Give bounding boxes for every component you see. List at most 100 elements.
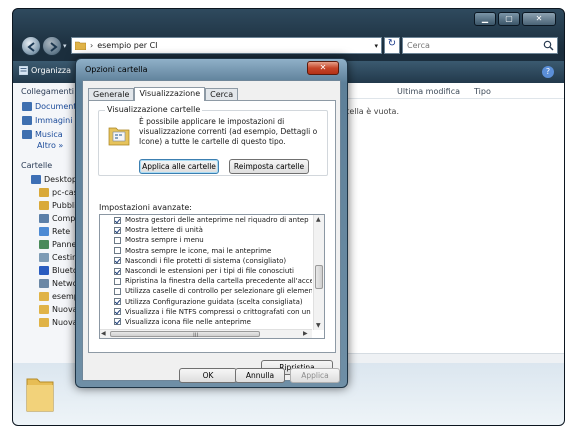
dialog-title: Opzioni cartella — [85, 65, 148, 74]
breadcrumb-current[interactable]: esempio per CI — [97, 41, 157, 50]
folders-header[interactable]: Cartelle — [13, 157, 80, 173]
advanced-setting-row[interactable]: Utilizza Configurazione guidata (scelta … — [100, 297, 312, 307]
tree-item[interactable]: Nuova — [13, 316, 80, 329]
refresh-button[interactable]: ↻ — [384, 37, 400, 54]
setting-checkbox[interactable] — [114, 287, 121, 295]
horizontal-scrollbar[interactable]: ◀ III ▶ — [100, 329, 312, 338]
public-folder-icon — [39, 201, 49, 210]
advanced-setting-row[interactable]: Mostra gestori delle anteprime nel riqua… — [100, 215, 312, 225]
window-controls: ▁ ▢ ✕ — [474, 12, 556, 26]
nav-link[interactable]: Musica — [13, 127, 80, 141]
control-panel-icon — [39, 240, 49, 249]
tree-item[interactable]: Pubbli — [13, 199, 80, 212]
advanced-setting-row[interactable]: Mostra sempre i menu — [100, 235, 312, 245]
close-button[interactable]: ✕ — [522, 12, 556, 26]
setting-checkbox[interactable] — [114, 216, 121, 224]
tree-item[interactable]: Cestin — [13, 251, 80, 264]
address-bar[interactable]: › esempio per CI ▾ — [71, 37, 382, 54]
folder-icon — [39, 305, 49, 314]
setting-checkbox[interactable] — [114, 226, 121, 234]
tree-item[interactable]: Rete — [13, 225, 80, 238]
tree-item[interactable]: Blueto — [13, 264, 80, 277]
tree-item[interactable]: pc-cas — [13, 186, 80, 199]
more-links[interactable]: Altro » — [13, 141, 80, 155]
organize-button[interactable]: Organizza — [19, 66, 71, 75]
advanced-setting-row[interactable]: Utilizza caselle di controllo per selezi… — [100, 286, 312, 296]
setting-checkbox[interactable] — [114, 257, 121, 265]
user-folder-icon — [39, 188, 49, 197]
recycle-bin-icon — [39, 253, 49, 262]
breadcrumb-separator: › — [90, 41, 94, 50]
folder-views-description: È possibile applicare le impostazioni di… — [139, 117, 318, 146]
advanced-settings-list[interactable]: Mostra gestori delle anteprime nel riqua… — [99, 214, 325, 339]
advanced-setting-row[interactable]: Mostra lettere di unità — [100, 225, 312, 235]
setting-label: Nascondi i file protetti di sistema (con… — [125, 256, 287, 265]
minimize-button[interactable]: ▁ — [474, 12, 496, 26]
vertical-scrollbar[interactable]: ▲ ▼ — [313, 215, 324, 330]
empty-folder-message: rtella è vuota. — [343, 107, 399, 116]
nav-link[interactable]: Documenti — [13, 99, 80, 113]
organize-label: Organizza — [31, 66, 72, 75]
column-modified[interactable]: Ultima modifica — [397, 87, 460, 96]
advanced-setting-row[interactable]: Visualizza icona file nelle anteprime — [100, 317, 312, 327]
setting-checkbox[interactable] — [114, 236, 121, 244]
tree-item-label: Pubbli — [52, 201, 77, 210]
setting-checkbox[interactable] — [114, 247, 121, 255]
dialog-body: Generale Visualizzazione Cerca Visualizz… — [82, 80, 341, 383]
recent-pages-dropdown[interactable]: ▾ — [63, 42, 71, 50]
setting-label: Ripristina la finestra della cartella pr… — [125, 277, 312, 286]
cancel-button[interactable]: Annulla — [235, 368, 285, 383]
search-box[interactable] — [402, 37, 558, 54]
scroll-right-icon[interactable]: ▶ — [303, 330, 308, 337]
chevron-down-icon[interactable]: ▾ — [374, 42, 378, 50]
organize-icon — [19, 66, 28, 75]
tree-item[interactable]: esemp — [13, 290, 80, 303]
folder-icon — [39, 292, 49, 301]
help-icon[interactable]: ? — [542, 66, 554, 78]
scroll-left-icon[interactable]: ◀ — [101, 330, 106, 337]
setting-checkbox[interactable] — [114, 318, 121, 326]
arrow-right-icon — [50, 42, 58, 52]
apply-to-folders-button[interactable]: Applica alle cartelle — [139, 159, 219, 174]
bluetooth-icon — [39, 266, 49, 275]
scroll-up-icon[interactable]: ▲ — [316, 216, 321, 223]
tree-item[interactable]: Desktop — [13, 173, 80, 186]
advanced-setting-row[interactable]: Mostra sempre le icone, mai le anteprime — [100, 246, 312, 256]
setting-checkbox[interactable] — [114, 298, 121, 306]
dialog-close-button[interactable]: ✕ — [307, 61, 339, 75]
computer-icon — [39, 214, 49, 223]
advanced-setting-row[interactable]: Nascondi i file protetti di sistema (con… — [100, 256, 312, 266]
maximize-button[interactable]: ▢ — [498, 12, 520, 26]
setting-label: Mostra gestori delle anteprime nel riqua… — [125, 216, 309, 225]
ok-button[interactable]: OK — [179, 368, 237, 383]
folder-icon — [39, 318, 49, 327]
setting-label: Nascondi le estensioni per i tipi di fil… — [125, 267, 294, 276]
nav-link-label: Documenti — [35, 101, 79, 111]
tab-view[interactable]: Visualizzazione — [134, 87, 206, 101]
scroll-down-icon[interactable]: ▼ — [316, 322, 321, 329]
advanced-settings-label: Impostazioni avanzate: — [99, 203, 192, 212]
setting-checkbox[interactable] — [114, 267, 121, 275]
tree-item-label: Nuova — [52, 305, 78, 314]
nav-link[interactable]: Immagini — [13, 113, 80, 127]
tree-item[interactable]: Panne — [13, 238, 80, 251]
scrollbar-thumb[interactable] — [315, 265, 323, 289]
advanced-setting-row[interactable]: Visualizza i file NTFS compressi o critt… — [100, 307, 312, 317]
desktop-icon — [31, 175, 41, 184]
advanced-setting-row[interactable]: Nascondi le estensioni per i tipi di fil… — [100, 266, 312, 276]
scrollbar-thumb[interactable]: III — [110, 331, 260, 339]
setting-checkbox[interactable] — [114, 277, 121, 285]
folder-icon — [75, 41, 86, 50]
search-input[interactable] — [403, 38, 533, 53]
tree-item[interactable]: Compi — [13, 212, 80, 225]
tree-item[interactable]: Nuova — [13, 303, 80, 316]
forward-button[interactable] — [42, 36, 62, 56]
back-button[interactable] — [21, 36, 41, 56]
column-type[interactable]: Tipo — [474, 87, 491, 96]
tree-item[interactable]: Netwo — [13, 277, 80, 290]
setting-checkbox[interactable] — [114, 308, 121, 316]
scrollbar-grip: III — [193, 332, 199, 339]
reset-folders-button[interactable]: Reimposta cartelle — [229, 159, 309, 174]
advanced-setting-row[interactable]: Ripristina la finestra della cartella pr… — [100, 276, 312, 286]
search-icon[interactable] — [543, 40, 554, 51]
